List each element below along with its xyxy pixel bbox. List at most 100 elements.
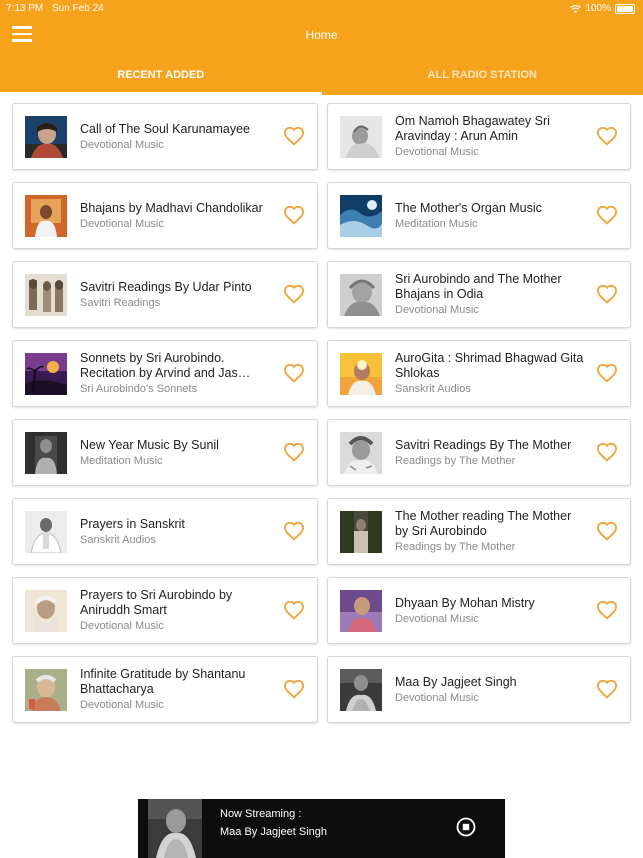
status-date: Sun Feb 24 — [52, 3, 104, 14]
station-title: Om Namoh Bhagawatey Sri Aravinday : Arun… — [395, 114, 550, 143]
favorite-heart-icon[interactable] — [283, 205, 305, 225]
wifi-icon — [570, 4, 582, 13]
station-thumbnail — [25, 116, 67, 158]
station-text: Prayers in Sanskrit Sanskrit Audios — [80, 499, 270, 564]
now-streaming-track: Maa By Jagjeet Singh — [220, 826, 328, 838]
now-streaming-label: Now Streaming : — [220, 808, 302, 820]
tab-recent-added[interactable]: RECENT ADDED — [0, 60, 322, 95]
station-card[interactable]: Dhyaan By Mohan Mistry Devotional Music — [327, 577, 631, 644]
app-screen: 7:13 PM Sun Feb 24 100% Home RECENT ADDE… — [0, 0, 643, 858]
station-category: Devotional Music — [80, 699, 164, 711]
station-text: Savitri Readings By Udar Pinto Savitri Re… — [80, 262, 270, 327]
stop-icon[interactable] — [456, 817, 476, 837]
station-card[interactable]: Prayers in Sanskrit Sanskrit Audios — [12, 498, 318, 565]
favorite-heart-icon[interactable] — [596, 363, 618, 383]
station-text: Sonnets by Sri Aurobindo. Recitation by … — [80, 341, 270, 406]
page-title: Home — [305, 28, 338, 42]
station-title: Prayers in Sanskrit — [80, 516, 185, 531]
favorite-heart-icon[interactable] — [283, 679, 305, 699]
battery-percent: 100% — [585, 3, 611, 14]
favorite-heart-icon[interactable] — [596, 442, 618, 462]
station-title: Infinite Gratitude by Shantanu Bhattacha… — [80, 667, 246, 696]
station-thumbnail — [340, 432, 382, 474]
station-thumbnail — [340, 669, 382, 711]
station-card[interactable]: Savitri Readings By Udar Pinto Savitri Re… — [12, 261, 318, 328]
favorite-heart-icon[interactable] — [596, 205, 618, 225]
station-text: Maa By Jagjeet Singh Devotional Music — [395, 657, 585, 722]
station-card[interactable]: Call of The Soul Karunamayee Devotional M… — [12, 103, 318, 170]
favorite-heart-icon[interactable] — [596, 600, 618, 620]
station-thumbnail — [25, 590, 67, 632]
station-card[interactable]: New Year Music By Sunil Meditation Music — [12, 419, 318, 486]
station-text: Prayers to Sri Aurobindo by Aniruddh Sma… — [80, 578, 270, 643]
station-title: Call of The Soul Karunamayee — [80, 121, 251, 136]
station-thumbnail — [340, 116, 382, 158]
station-title: Sri Aurobindo and The Mother Bhajans in … — [395, 272, 562, 301]
station-text: The Mother's Organ Music Meditation Music — [395, 183, 585, 248]
station-title: Savitri Readings By The Mother — [395, 437, 572, 452]
station-card[interactable]: Bhajans by Madhavi Chandolikar Devotional… — [12, 182, 318, 249]
station-text: Bhajans by Madhavi Chandolikar Devotional… — [80, 183, 270, 248]
station-title: Maa By Jagjeet Singh — [395, 674, 517, 689]
station-title: The Mother reading The Mother by Sri Aur… — [395, 509, 572, 538]
station-card[interactable]: Infinite Gratitude by Shantanu Bhattacha… — [12, 656, 318, 723]
favorite-heart-icon[interactable] — [596, 521, 618, 541]
favorite-heart-icon[interactable] — [283, 126, 305, 146]
station-card[interactable]: The Mother reading The Mother by Sri Aur… — [327, 498, 631, 565]
station-card[interactable]: The Mother's Organ Music Meditation Music — [327, 182, 631, 249]
tab-bar: RECENT ADDED ALL RADIO STATION — [0, 60, 643, 95]
station-thumbnail — [25, 432, 67, 474]
now-streaming-player: Now Streaming : Maa By Jagjeet Singh — [138, 799, 505, 858]
station-title: AuroGita : Shrimad Bhagwad Gita Shlokas — [395, 351, 584, 380]
station-thumbnail — [340, 511, 382, 553]
favorite-heart-icon[interactable] — [596, 126, 618, 146]
station-text: Dhyaan By Mohan Mistry Devotional Music — [395, 578, 585, 643]
station-category: Devotional Music — [395, 146, 479, 158]
station-thumbnail — [340, 353, 382, 395]
station-category: Savitri Readings — [80, 296, 161, 309]
station-category: Devotional Music — [395, 612, 479, 625]
player-artwork — [148, 799, 202, 858]
favorite-heart-icon[interactable] — [283, 600, 305, 620]
station-category: Devotional Music — [395, 304, 479, 316]
favorite-heart-icon[interactable] — [283, 442, 305, 462]
station-text: The Mother reading The Mother by Sri Aur… — [395, 499, 585, 564]
station-card[interactable]: Savitri Readings By The Mother Readings b… — [327, 419, 631, 486]
station-title: Prayers to Sri Aurobindo by Aniruddh Sma… — [80, 588, 233, 617]
station-title: New Year Music By Sunil — [80, 437, 219, 452]
station-thumbnail — [25, 353, 67, 395]
station-card[interactable]: Maa By Jagjeet Singh Devotional Music — [327, 656, 631, 723]
station-text: Infinite Gratitude by Shantanu Bhattacha… — [80, 657, 270, 722]
station-card[interactable]: Prayers to Sri Aurobindo by Aniruddh Sma… — [12, 577, 318, 644]
station-category: Sri Aurobindo's Sonnets — [80, 383, 198, 395]
favorite-heart-icon[interactable] — [283, 284, 305, 304]
favorite-heart-icon[interactable] — [283, 521, 305, 541]
status-bar: 7:13 PM Sun Feb 24 100% — [0, 0, 643, 18]
favorite-heart-icon[interactable] — [596, 679, 618, 699]
station-text: New Year Music By Sunil Meditation Music — [80, 420, 270, 485]
station-thumbnail — [25, 195, 67, 237]
station-thumbnail — [25, 511, 67, 553]
station-category: Readings by The Mother — [395, 454, 516, 467]
tab-all-radio-station[interactable]: ALL RADIO STATION — [322, 60, 643, 95]
station-card[interactable]: Om Namoh Bhagawatey Sri Aravinday : Arun… — [327, 103, 631, 170]
station-text: Sri Aurobindo and The Mother Bhajans in … — [395, 262, 585, 327]
favorite-heart-icon[interactable] — [283, 363, 305, 383]
station-category: Sanskrit Audios — [395, 383, 471, 395]
station-text: Om Namoh Bhagawatey Sri Aravinday : Arun… — [395, 104, 585, 169]
favorite-heart-icon[interactable] — [596, 284, 618, 304]
station-title: Bhajans by Madhavi Chandolikar — [80, 200, 263, 215]
station-card[interactable]: Sonnets by Sri Aurobindo. Recitation by … — [12, 340, 318, 407]
station-card[interactable]: Sri Aurobindo and The Mother Bhajans in … — [327, 261, 631, 328]
station-thumbnail — [25, 274, 67, 316]
station-category: Meditation Music — [395, 217, 478, 230]
station-text: Savitri Readings By The Mother Readings b… — [395, 420, 585, 485]
station-category: Devotional Music — [80, 138, 164, 151]
station-thumbnail — [340, 590, 382, 632]
station-text: AuroGita : Shrimad Bhagwad Gita Shlokas S… — [395, 341, 585, 406]
station-title: The Mother's Organ Music — [395, 200, 542, 215]
station-card[interactable]: AuroGita : Shrimad Bhagwad Gita Shlokas S… — [327, 340, 631, 407]
station-category: Devotional Music — [80, 217, 164, 230]
station-text: Call of The Soul Karunamayee Devotional M… — [80, 104, 270, 169]
station-thumbnail — [25, 669, 67, 711]
